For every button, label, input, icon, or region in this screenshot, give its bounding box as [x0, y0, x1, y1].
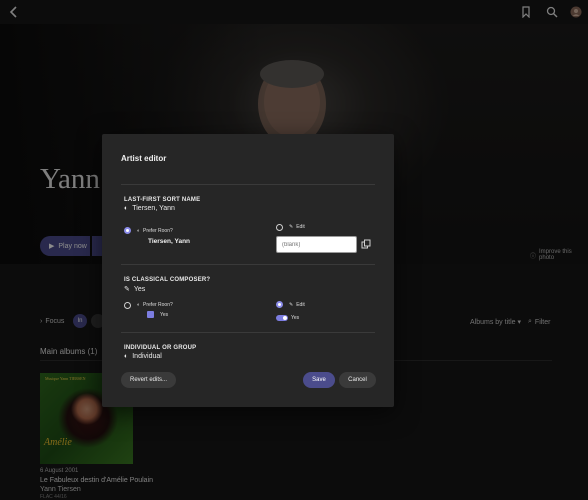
individual-current-value: Individual [132, 353, 162, 360]
cancel-button[interactable]: Cancel [339, 372, 376, 388]
classical-edit-value: Yes [291, 315, 300, 321]
classical-current-value: Yes [133, 285, 146, 293]
edit-label: Edit [296, 302, 305, 308]
roon-icon: ◐ [137, 302, 141, 308]
divider [121, 264, 375, 265]
edit-option: ✎ Edit [289, 224, 305, 230]
sort-name-section-title: LAST-FIRST SORT NAME [124, 197, 201, 203]
roon-icon: ◐ [124, 353, 129, 360]
prefer-roon-radio[interactable] [124, 302, 131, 309]
artist-editor-dialog [102, 134, 394, 407]
pencil-icon: ✎ [124, 286, 130, 293]
save-button[interactable]: Save [303, 372, 335, 388]
prefer-roon-label: Prefer Roon? [143, 228, 173, 234]
sort-name-input[interactable] [276, 236, 357, 253]
edit-label: Edit [296, 224, 305, 230]
edit-option: ✎ Edit [289, 302, 305, 308]
revert-edits-button[interactable]: Revert edits... [121, 372, 176, 388]
roon-icon: ◐ [137, 228, 141, 234]
individual-section-title: INDIVIDUAL OR GROUP [124, 345, 197, 351]
pencil-icon: ✎ [289, 224, 294, 230]
prefer-roon-option: ◐ Prefer Roon? [137, 302, 173, 308]
edit-radio[interactable] [276, 224, 283, 231]
classical-current: ✎ Yes [124, 285, 146, 294]
classical-roon-value: Yes [160, 312, 169, 318]
dialog-title: Artist editor [121, 154, 167, 163]
roon-icon: ◐ [124, 205, 129, 212]
roon-sort-name-value: Tiersen, Yann [148, 238, 191, 245]
divider [121, 184, 375, 185]
prefer-roon-option: ◐ Prefer Roon? [137, 228, 173, 234]
sort-name-current-value: Tiersen, Yann [132, 205, 175, 212]
pencil-icon: ✎ [289, 302, 294, 308]
classical-section-title: IS CLASSICAL COMPOSER? [124, 277, 211, 283]
sort-name-current: ◐ Tiersen, Yann [124, 205, 175, 212]
copy-icon[interactable] [361, 239, 371, 249]
prefer-roon-label: Prefer Roon? [143, 302, 173, 308]
classical-checkbox[interactable] [147, 311, 154, 318]
edit-radio[interactable] [276, 301, 283, 308]
divider [121, 332, 375, 333]
prefer-roon-radio[interactable] [124, 227, 131, 234]
individual-current: ◐ Individual [124, 353, 162, 360]
toggle-knob [283, 316, 287, 320]
